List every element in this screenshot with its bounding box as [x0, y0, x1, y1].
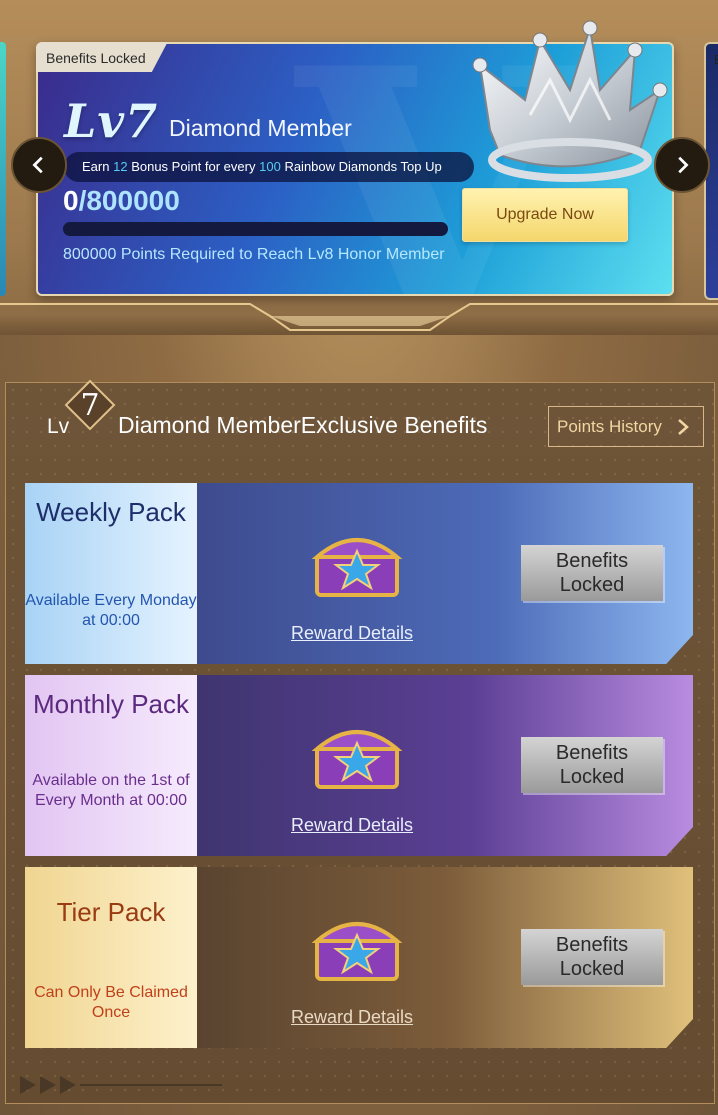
- member-tier-name: Diamond Member: [169, 115, 352, 141]
- pack-availability: Available Every Monday at 00:00: [25, 592, 197, 629]
- pack-reward-area: Reward Details Benefits Locked: [197, 483, 693, 664]
- treasure-chest-icon[interactable]: [299, 523, 415, 603]
- panel-title: Diamond MemberExclusive Benefits: [118, 412, 488, 438]
- earn-mid: Bonus Point for every: [131, 159, 256, 174]
- level-badge-number: 7: [80, 387, 100, 423]
- weekly-pack-card: Weekly Pack Available Every Monday at 00…: [25, 483, 693, 664]
- points-history-button[interactable]: Points History: [548, 406, 704, 447]
- pack-availability: Can Only Be Claimed Once: [34, 984, 188, 1021]
- chevron-right-icon: [678, 156, 689, 174]
- points-current: 0: [63, 185, 79, 216]
- requirement-text: 800000 Points Required to Reach Lv8 Hono…: [63, 246, 445, 263]
- pack-title: Tier Pack: [56, 897, 166, 927]
- pack-info: Weekly Pack Available Every Monday at 00…: [25, 483, 197, 664]
- monthly-pack-card: Monthly Pack Available on the 1st of Eve…: [25, 675, 693, 856]
- earn-amount: 100: [259, 159, 281, 174]
- level-badge: 7: [64, 379, 116, 431]
- earn-prefix: Earn: [82, 159, 110, 174]
- earn-info-pill: Earn 12 Bonus Point for every 100 Rainbo…: [64, 152, 474, 182]
- pack-reward-area: Reward Details Benefits Locked: [197, 867, 693, 1048]
- earn-bonus: 12: [113, 159, 128, 174]
- reward-details-link[interactable]: Reward Details: [291, 623, 413, 644]
- prev-level-button[interactable]: [11, 137, 67, 193]
- points-counter: 0/800000: [63, 185, 180, 217]
- reward-details-link[interactable]: Reward Details: [291, 1007, 413, 1028]
- pack-availability: Available on the 1st of Every Month at 0…: [32, 772, 190, 809]
- points-total: /800000: [78, 185, 180, 216]
- benefits-locked-status: Benefits Locked: [521, 737, 663, 793]
- benefits-locked-status: Benefits Locked: [521, 929, 663, 985]
- pack-title: Monthly Pack: [32, 689, 190, 719]
- benefits-locked-tag: Benefits Locked: [36, 42, 168, 72]
- pack-info: Monthly Pack Available on the 1st of Eve…: [25, 675, 197, 856]
- pack-info: Tier Pack Can Only Be Claimed Once: [25, 867, 197, 1048]
- tier-pack-card: Tier Pack Can Only Be Claimed Once Rewar…: [25, 867, 693, 1048]
- chevron-left-icon: [32, 156, 43, 174]
- benefits-locked-status: Benefits Locked: [521, 545, 663, 601]
- reward-details-link[interactable]: Reward Details: [291, 815, 413, 836]
- level-label: Lv7: [64, 94, 159, 148]
- next-level-button[interactable]: [654, 137, 710, 193]
- card-bottom-trim: [0, 303, 718, 331]
- points-history-label: Points History: [557, 416, 662, 436]
- chevron-right-icon: [678, 419, 689, 435]
- upgrade-now-button[interactable]: Upgrade Now: [462, 188, 628, 242]
- treasure-chest-icon[interactable]: [299, 715, 415, 795]
- crown-icon: [472, 20, 668, 182]
- treasure-chest-icon[interactable]: [299, 907, 415, 987]
- next-card-tag: B: [714, 52, 718, 67]
- points-progress-bar: [63, 222, 448, 236]
- prev-level-card[interactable]: [0, 42, 6, 296]
- pack-reward-area: Reward Details Benefits Locked: [197, 675, 693, 856]
- footer-arrows-decoration: [20, 1076, 222, 1094]
- pack-title: Weekly Pack: [36, 497, 186, 527]
- earn-suffix: Rainbow Diamonds Top Up: [284, 159, 442, 174]
